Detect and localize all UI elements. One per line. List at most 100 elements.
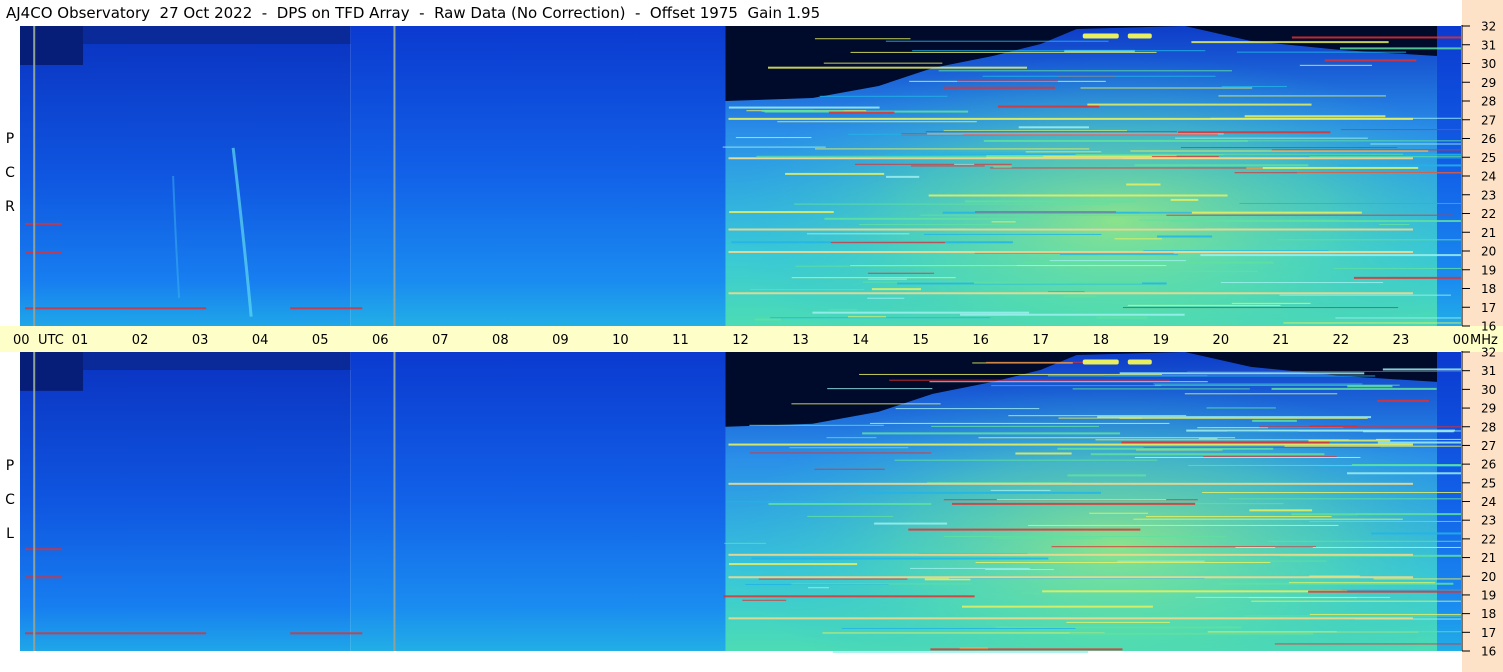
rfi-streak <box>1379 224 1410 226</box>
rfi-streak <box>1324 59 1417 62</box>
rfi-streak <box>975 211 1116 213</box>
rfi-streak <box>1274 643 1461 645</box>
rfi-streak <box>1184 393 1338 395</box>
freq-tick-label: 26 <box>1481 458 1496 472</box>
rfi-streak <box>826 437 877 439</box>
rfi-streak <box>1283 322 1461 324</box>
hot-spot <box>1127 359 1152 365</box>
rfi-streak <box>993 537 1102 539</box>
rfi-streak <box>749 424 884 426</box>
rfi-streak <box>1089 512 1149 514</box>
marker-line <box>393 352 396 651</box>
rfi-streak <box>1235 546 1461 548</box>
rfi-streak <box>742 599 787 601</box>
freq-tick-label: 29 <box>1481 402 1496 416</box>
rfi-streak <box>1377 441 1461 444</box>
rfi-streak <box>1127 304 1281 306</box>
time-tick-label: 07 <box>432 333 449 348</box>
predawn-region <box>350 352 726 651</box>
rfi-streak <box>830 242 945 244</box>
rfi-streak <box>1187 370 1461 372</box>
rfi-streak <box>1279 294 1451 296</box>
rfi-streak <box>1049 260 1187 262</box>
broadcast-line <box>728 292 1413 295</box>
spectrogram-svg: 32 31 30 29 28 27 26 25 24 23 22 21 20 19 18 17 16 32 31 3… <box>13 20 1498 659</box>
rfi-streak <box>1309 156 1461 158</box>
mhz-unit-label: MHz <box>1470 333 1498 348</box>
time-tick-label: 16 <box>972 333 989 348</box>
rfi-streak <box>854 163 1012 165</box>
rfi-streak <box>972 362 1073 364</box>
rfi-streak <box>814 468 885 470</box>
time-tick-label: 03 <box>192 333 209 348</box>
rfi-streak <box>1377 399 1430 402</box>
rfi-streak <box>991 385 1162 387</box>
rfi-streak <box>1170 198 1199 201</box>
rfi-streak <box>847 316 887 318</box>
rfi-streak <box>1219 582 1454 585</box>
freq-tick-label: 24 <box>1481 495 1496 509</box>
rfi-streak <box>1200 254 1461 257</box>
rfi-streak <box>1198 438 1218 440</box>
rfi-streak <box>785 172 885 175</box>
rfi-streak <box>1100 527 1129 529</box>
rfi-streak <box>1346 472 1461 475</box>
rfi-streak <box>1373 578 1461 580</box>
rfi-streak <box>728 106 880 109</box>
rfi-streak <box>791 277 956 279</box>
rfi-streak <box>1008 415 1187 417</box>
rfi-streak <box>1119 417 1368 419</box>
rfi-streak <box>983 139 1248 142</box>
freq-tick-label: 17 <box>1481 301 1496 315</box>
rfi-streak <box>754 318 781 321</box>
rfi-streak <box>807 515 894 517</box>
rfi-streak <box>1122 307 1399 309</box>
rfi-streak <box>794 203 1110 205</box>
rfi-streak <box>1178 131 1331 134</box>
rfi-streak <box>974 281 1143 284</box>
time-tick-label: 01 <box>72 333 89 348</box>
time-tick-label: 17 <box>1032 333 1049 348</box>
rfi-streak <box>791 403 941 405</box>
rfi-streak <box>1340 47 1461 50</box>
rfi-streak <box>1251 600 1461 602</box>
rfi-streak <box>1153 383 1363 385</box>
rfi-streak <box>982 75 1216 77</box>
time-tick-label: 20 <box>1213 333 1230 348</box>
night-dark-band <box>20 26 84 65</box>
rfi-streak <box>895 408 1040 410</box>
rfi-streak <box>1239 202 1461 204</box>
rfi-streak <box>1335 317 1461 319</box>
rfi-streak <box>1143 446 1381 448</box>
rfi-streak <box>1095 439 1349 441</box>
rfi-streak <box>867 272 935 274</box>
broadcast-line <box>728 482 1413 485</box>
rfi-streak <box>780 110 844 112</box>
rfi-streak <box>828 111 895 114</box>
time-tick-label: 22 <box>1333 333 1350 348</box>
night-dark-band <box>83 352 351 370</box>
rfi-streak <box>1117 560 1205 562</box>
freq-tick-label: 30 <box>1481 383 1496 397</box>
rfi-streak <box>1299 64 1373 66</box>
rfi-streak <box>1126 183 1161 186</box>
rfi-streak <box>1133 518 1403 520</box>
rfi-streak <box>768 502 932 505</box>
rfi-streak <box>1246 166 1419 169</box>
time-tick-label: 19 <box>1153 333 1170 348</box>
rfi-streak <box>924 233 1102 235</box>
rfi-streak <box>1229 498 1461 500</box>
night-region <box>20 352 351 651</box>
freq-tick-label: 21 <box>1481 226 1496 240</box>
night-streak <box>25 548 63 551</box>
rfi-streak <box>1206 407 1276 409</box>
rfi-streak <box>870 422 1170 424</box>
broadcast-line <box>728 553 1413 556</box>
broadcast-line <box>728 443 1413 446</box>
hot-spot <box>1082 33 1119 39</box>
rfi-streak <box>1341 589 1461 591</box>
rfi-streak <box>1138 219 1339 221</box>
rfi-streak <box>990 167 1263 169</box>
rfi-streak <box>1090 453 1325 456</box>
rfi-streak <box>1018 126 1089 129</box>
